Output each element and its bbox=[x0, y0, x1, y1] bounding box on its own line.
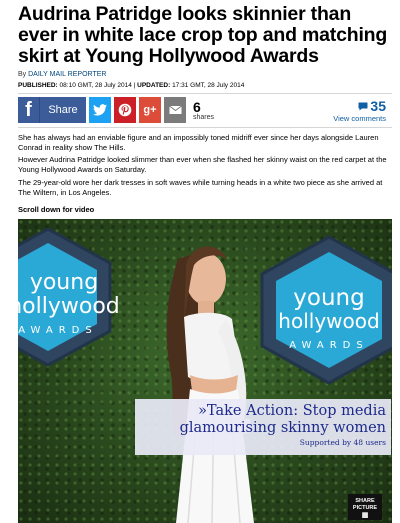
speech-bubble-icon bbox=[358, 102, 368, 110]
celebrity-figure bbox=[166, 246, 254, 523]
facebook-share-label: Share bbox=[48, 104, 78, 116]
comments-link[interactable]: 35 View comments bbox=[333, 98, 386, 123]
view-comments-label: View comments bbox=[333, 114, 386, 123]
published-label: PUBLISHED: bbox=[18, 82, 58, 89]
share-bar: f Share g+ 6 shares bbox=[18, 97, 214, 123]
facebook-icon: f bbox=[18, 97, 40, 123]
twitter-share-button[interactable] bbox=[89, 97, 111, 123]
promo-title: »Take Action: Stop media glamourising sk… bbox=[179, 403, 386, 436]
email-icon bbox=[168, 105, 182, 114]
share-picture-icon: ▦ bbox=[361, 512, 369, 519]
google-plus-share-button[interactable]: g+ bbox=[139, 97, 161, 123]
date-separator: | bbox=[133, 82, 136, 89]
published-value: 08:10 GMT, 28 July 2014 bbox=[59, 82, 132, 89]
share-picture-button[interactable]: SHARE PICTURE ▦ bbox=[348, 494, 382, 520]
updated-value: 17:31 GMT, 28 July 2014 bbox=[172, 82, 245, 89]
divider-top bbox=[18, 93, 392, 94]
promo-supporters: Supported by 48 users bbox=[299, 438, 386, 447]
author-link[interactable]: DAILY MAIL REPORTER bbox=[28, 71, 106, 78]
scroll-down-note: Scroll down for video bbox=[18, 205, 95, 214]
divider-bottom bbox=[18, 127, 392, 128]
take-action-promo[interactable]: »Take Action: Stop media glamourising sk… bbox=[135, 399, 391, 455]
share-picture-line1: SHARE bbox=[355, 498, 375, 504]
article-paragraph: However Audrina Patridge looked slimmer … bbox=[18, 155, 387, 174]
pinterest-icon bbox=[118, 103, 132, 117]
article-photo[interactable]: young hollywood AWARDS young hollywood A… bbox=[18, 219, 392, 523]
comment-count: 35 bbox=[370, 98, 386, 114]
byline-prefix: By bbox=[18, 71, 27, 78]
facebook-share-button[interactable]: f Share bbox=[18, 97, 86, 123]
article-headline: Audrina Patridge looks skinnier than eve… bbox=[18, 3, 388, 67]
shares-label: shares bbox=[193, 113, 215, 121]
google-plus-icon: g+ bbox=[143, 104, 157, 116]
article-paragraph: The 29-year-old wore her dark tresses in… bbox=[18, 178, 383, 197]
updated-label: UPDATED: bbox=[137, 82, 171, 89]
article-paragraph: She has always had an enviable figure an… bbox=[18, 133, 379, 152]
email-share-button[interactable] bbox=[164, 97, 186, 123]
share-counter: 6 shares bbox=[193, 100, 214, 121]
pinterest-share-button[interactable] bbox=[114, 97, 136, 123]
share-count: 6 bbox=[193, 98, 201, 115]
share-picture-line2: PICTURE bbox=[352, 505, 378, 511]
byline: By DAILY MAIL REPORTER bbox=[18, 71, 106, 78]
publish-dates: PUBLISHED: 08:10 GMT, 28 July 2014 | UPD… bbox=[18, 82, 244, 89]
twitter-icon bbox=[93, 104, 107, 116]
